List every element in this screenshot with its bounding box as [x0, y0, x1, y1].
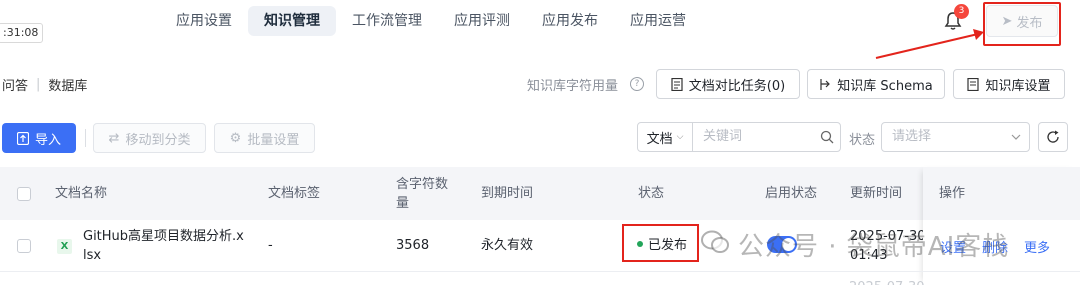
chevron-down-icon	[1011, 134, 1021, 140]
annotation-box-publish	[983, 2, 1061, 46]
row-divider	[0, 271, 1080, 272]
import-button[interactable]: 导入	[2, 123, 76, 153]
top-nav: 应用设置 知识管理 工作流管理 应用评测 应用发布 应用运营	[160, 6, 702, 36]
gear-icon: ⚙	[229, 130, 242, 146]
doc-name-line2: lsx	[83, 248, 102, 263]
batch-label: 批量设置	[247, 132, 300, 148]
tab-evaluation[interactable]: 应用评测	[438, 6, 526, 36]
keyword-input[interactable]: 关键词	[692, 122, 841, 152]
compare-task-label: 文档对比任务(0)	[688, 78, 786, 94]
header-char-count-line2: 量	[396, 196, 410, 211]
wechat-icon	[701, 230, 729, 253]
search-icon[interactable]	[820, 130, 834, 144]
schema-icon	[820, 78, 831, 90]
refresh-button[interactable]	[1038, 122, 1068, 152]
doc-char-count: 3568	[396, 238, 430, 253]
time-chip: :31:08	[0, 23, 44, 43]
move-label: 移动到分类	[125, 132, 191, 148]
document-icon	[967, 77, 980, 91]
kb-settings-button[interactable]: 知识库设置	[953, 69, 1065, 99]
table-header	[0, 167, 1080, 220]
row-more-link[interactable]: 更多	[1024, 237, 1050, 256]
header-doc-tags: 文档标签	[268, 186, 321, 201]
batch-settings-button[interactable]: ⚙ 批量设置	[214, 123, 315, 153]
upload-icon	[16, 131, 29, 145]
status-badge: 已发布	[648, 238, 688, 253]
status-filter-label: 状态	[849, 133, 876, 148]
compare-task-button[interactable]: 文档对比任务(0)	[656, 69, 800, 99]
header-char-count: 含字符数 量	[396, 175, 448, 213]
document-icon	[671, 77, 683, 91]
tab-workflow[interactable]: 工作流管理	[336, 6, 438, 36]
breadcrumb-separator: |	[36, 77, 41, 92]
filter-type-value: 文档	[646, 131, 673, 147]
swap-icon: ⇄	[108, 130, 120, 146]
row-checkbox[interactable]	[17, 239, 31, 253]
select-all-checkbox[interactable]	[17, 187, 31, 201]
header-enabled: 启用状态	[765, 186, 818, 201]
doc-expiry: 永久有效	[481, 238, 534, 253]
doc-name[interactable]: GitHub高星项目数据分析.x lsx	[83, 227, 244, 265]
header-char-count-line1: 含字符数	[396, 177, 449, 192]
header-status: 状态	[638, 186, 665, 201]
breadcrumb: 问答 | 数据库	[2, 75, 87, 94]
help-icon[interactable]: ?	[630, 77, 644, 91]
header-ops: 操作	[939, 186, 966, 201]
filter-type-select[interactable]: 文档 ⌵	[637, 122, 693, 152]
doc-name-line1: GitHub高星项目数据分析.x	[83, 229, 244, 244]
breadcrumb-item-qa[interactable]: 问答	[2, 75, 28, 94]
tab-knowledge[interactable]: 知识管理	[248, 6, 336, 36]
breadcrumb-item-database[interactable]: 数据库	[48, 75, 87, 94]
header-updated: 更新时间	[850, 186, 903, 201]
annotation-arrow-icon	[875, 29, 984, 59]
tab-release[interactable]: 应用发布	[526, 6, 614, 36]
char-usage-label: 知识库字符用量	[527, 79, 619, 94]
toolbar-divider	[85, 129, 86, 147]
schema-label: 知识库 Schema	[837, 78, 933, 94]
header-expiry: 到期时间	[481, 186, 534, 201]
next-row-partial: 2025-07-30	[849, 280, 925, 285]
header-doc-name: 文档名称	[55, 186, 108, 201]
status-filter-select[interactable]: 请选择	[881, 122, 1030, 152]
tab-operations[interactable]: 应用运营	[614, 6, 702, 36]
kb-settings-label: 知识库设置	[985, 78, 1051, 94]
excel-file-icon: X	[57, 239, 72, 254]
status-dot	[637, 241, 643, 247]
chevron-down-icon: ⌵	[676, 132, 684, 142]
refresh-icon	[1047, 130, 1059, 143]
import-label: 导入	[34, 132, 61, 148]
doc-tags: -	[268, 238, 273, 253]
move-to-category-button[interactable]: ⇄ 移动到分类	[93, 123, 206, 153]
watermark-text: 公众号 · 袋鼠帝AI客栈	[738, 232, 1010, 262]
tab-app-settings[interactable]: 应用设置	[160, 6, 248, 36]
schema-button[interactable]: 知识库 Schema	[807, 69, 945, 99]
